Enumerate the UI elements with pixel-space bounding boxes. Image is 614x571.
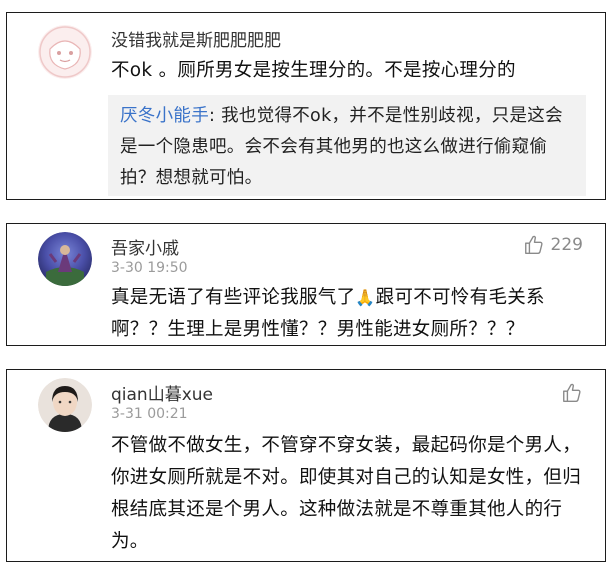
comment-card: 没错我就是斯肥肥肥肥 不ok 。厕所男女是按生理分的。不是按心理分的 厌冬小能手… xyxy=(6,12,606,200)
username[interactable]: qian山暮xue xyxy=(111,380,213,405)
like-button[interactable]: 229 xyxy=(523,234,583,256)
comment-card: 吾家小戚 3-30 19:50 229 真是无语了有些评论我服气了🙏跟可不可怜有… xyxy=(6,223,606,346)
avatar[interactable] xyxy=(38,378,92,432)
reply-separator: : xyxy=(209,106,222,126)
avatar[interactable] xyxy=(38,232,92,286)
reply-quote[interactable]: 厌冬小能手: 我也觉得不ok，并不是性别歧视，只是这会是一个隐患吧。会不会有其他… xyxy=(108,95,586,196)
comment-card: qian山暮xue 3-31 00:21 不管做不做女生，不管穿不穿女装，最起码… xyxy=(6,369,606,562)
comment-text: 不ok 。厕所男女是按生理分的。不是按心理分的 xyxy=(111,60,516,81)
thumbs-up-icon xyxy=(563,383,581,402)
timestamp: 3-31 00:21 xyxy=(111,406,188,422)
avatar[interactable] xyxy=(38,25,92,79)
reply-author[interactable]: 厌冬小能手 xyxy=(120,106,209,126)
comment-text-part: 真是无语了有些评论我服气了 xyxy=(111,287,356,308)
thumbs-up-icon xyxy=(524,235,543,254)
timestamp: 3-30 19:50 xyxy=(111,260,188,276)
username[interactable]: 吾家小戚 xyxy=(111,234,179,259)
comment-text: 不管做不做女生，不管穿不穿女装，最起码你是个男人，你进女厕所就是不对。即使其对自… xyxy=(111,435,582,552)
like-count: 229 xyxy=(550,235,583,255)
folded-hands-emoji: 🙏 xyxy=(355,288,376,307)
like-button[interactable] xyxy=(561,382,583,404)
username[interactable]: 没错我就是斯肥肥肥肥 xyxy=(111,26,281,51)
comment-text: 真是无语了有些评论我服气了🙏跟可不可怜有毛关系啊？？生理上是男性懂？？男性能进女… xyxy=(111,282,591,346)
